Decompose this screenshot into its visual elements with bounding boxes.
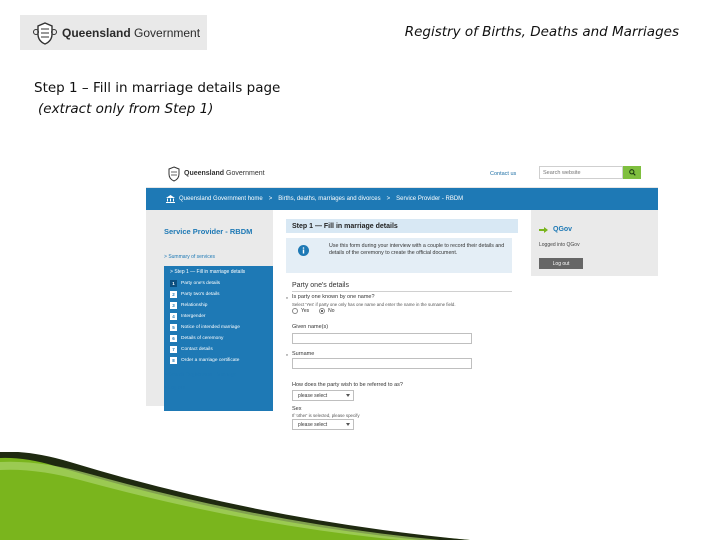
sidebar: Service Provider - RBDM > Summary of ser… [146, 210, 273, 411]
qgov-panel: QGov Logged into QGov Log out [531, 210, 658, 276]
sidebar-subitem-label: Intergender [181, 313, 206, 319]
sex-label: Sex [292, 406, 302, 412]
sidebar-item-search-registration[interactable]: > Search Registration - Marriage [164, 372, 236, 378]
yes-label: Yes [301, 308, 310, 314]
no-radio[interactable] [319, 308, 326, 314]
sidebar-subitem-certificate[interactable]: 8 Order a marriage certificate [170, 355, 239, 365]
logout-button[interactable]: Log out [539, 258, 583, 269]
sidebar-item-label: Search Registration - Marriage [168, 372, 237, 378]
breadcrumb-item-bdm[interactable]: Births, deaths, marriages and divorces [278, 196, 380, 202]
section-heading: Party one's details [292, 282, 349, 289]
step-number: 5 [170, 323, 177, 331]
qgov-logged-in: Logged into QGov [539, 242, 580, 248]
sidebar-subitem-label: Details of ceremony [181, 335, 224, 341]
building-icon [166, 195, 175, 203]
sidebar-item-logout[interactable]: > Log out [164, 385, 185, 391]
decorative-swoosh [0, 452, 470, 540]
site-logo-regular: Government [226, 170, 265, 177]
known-by-one-name-options: Yes No [292, 308, 335, 314]
no-label: No [328, 308, 335, 314]
site-logo-bold: Queensland [184, 170, 225, 177]
sidebar-subitem-label: Order a marriage certificate [181, 357, 240, 363]
breadcrumb: Queensland Government home > Births, dea… [146, 188, 658, 210]
sex-select[interactable]: please select [292, 419, 354, 430]
sidebar-item-step1[interactable]: > Step 1 — Fill in marriage details [164, 266, 273, 277]
sidebar-subitem-label: Party two's details [181, 291, 220, 297]
step-heading: Step 1 — Fill in marriage details [286, 219, 518, 233]
chevron-right-icon: > [268, 196, 273, 202]
info-box: Use this form during your interview with… [286, 238, 512, 273]
sidebar-subitem-party-one[interactable]: 1 Party one's details [170, 278, 220, 288]
sidebar-subitem-label: Notice of intended marriage [181, 324, 240, 330]
contact-us-link[interactable]: Contact us [490, 171, 516, 177]
info-text: Use this form during your interview with… [329, 243, 505, 256]
step-number: 6 [170, 334, 177, 342]
surname-label: Surname [292, 351, 315, 357]
step-number: 7 [170, 345, 177, 353]
given-names-label: Given name(s) [292, 324, 329, 330]
sidebar-item-summary[interactable]: > Summary of services [164, 254, 215, 260]
step-number: 2 [170, 290, 177, 298]
sidebar-subitem-party-two[interactable]: 2 Party two's details [170, 289, 220, 299]
website-screenshot: Queensland Government Contact us Queensl… [146, 162, 658, 432]
referred-to-select[interactable]: please select [292, 390, 354, 401]
login-arrow-icon [539, 227, 548, 233]
step-number: 3 [170, 301, 177, 309]
sidebar-subitem-ceremony[interactable]: 6 Details of ceremony [170, 333, 223, 343]
search-icon [628, 169, 636, 176]
sidebar-subitem-notice[interactable]: 5 Notice of intended marriage [170, 322, 240, 332]
search-input[interactable] [539, 166, 623, 179]
sidebar-title[interactable]: Service Provider - RBDM [164, 227, 264, 236]
sidebar-subitem-relationship[interactable]: 3 Relationship [170, 300, 207, 310]
crest-icon [33, 21, 57, 45]
breadcrumb-item-home[interactable]: Queensland Government home [179, 196, 263, 202]
qgov-label: QGov [553, 226, 573, 233]
required-marker: * [286, 297, 288, 303]
sidebar-subitem-label: Contact details [181, 346, 213, 352]
sidebar-subitem-label: Relationship [181, 302, 208, 308]
yes-radio[interactable] [292, 308, 298, 314]
step-number: 1 [170, 279, 177, 287]
step-number: 8 [170, 356, 177, 364]
known-by-one-name-label: Is party one known by one name? [292, 294, 375, 300]
sidebar-item-label: Log out [168, 385, 185, 391]
queensland-government-logo: Queensland Government [20, 15, 207, 50]
chevron-right-icon: > [386, 196, 391, 202]
site-header: Queensland Government Contact us [146, 162, 658, 188]
referred-to-label: How does the party wish to be referred t… [292, 382, 403, 388]
sidebar-subitem-intergender[interactable]: 4 Intergender [170, 311, 206, 321]
required-marker: * [286, 354, 288, 360]
search-button[interactable] [623, 166, 641, 179]
sidebar-item-label: Summary of services [168, 254, 215, 260]
site-search [539, 166, 641, 179]
step-subtitle: (extract only from Step 1) [38, 101, 214, 117]
logo-bold-text: Queensland [62, 25, 131, 40]
known-by-one-name-hint: Select 'Yes' if party one only has one n… [292, 302, 456, 307]
section-divider [292, 291, 512, 292]
step-number: 4 [170, 312, 177, 320]
breadcrumb-item-rbdm[interactable]: Service Provider - RBDM [396, 196, 463, 202]
slide-heading: Registry of Births, Deaths and Marriages [404, 24, 679, 40]
info-icon [298, 245, 309, 256]
sidebar-subitem-label: Party one's details [181, 280, 221, 286]
select-value: please select [298, 392, 328, 399]
crest-icon [168, 166, 180, 182]
chevron-down-icon [346, 423, 350, 426]
logo-regular-text: Government [134, 25, 201, 40]
given-names-input[interactable] [292, 333, 472, 344]
select-value: please select [298, 421, 328, 428]
sidebar-subitem-contact[interactable]: 7 Contact details [170, 344, 213, 354]
surname-input[interactable] [292, 358, 472, 369]
sidebar-item-label: Step 1 — Fill in marriage details [174, 268, 246, 275]
chevron-down-icon [346, 394, 350, 397]
sex-hint: If 'other' is selected, please specify [292, 413, 360, 418]
site-logo[interactable]: Queensland Government [184, 170, 265, 177]
step-title: Step 1 – Fill in marriage details page [34, 80, 281, 96]
